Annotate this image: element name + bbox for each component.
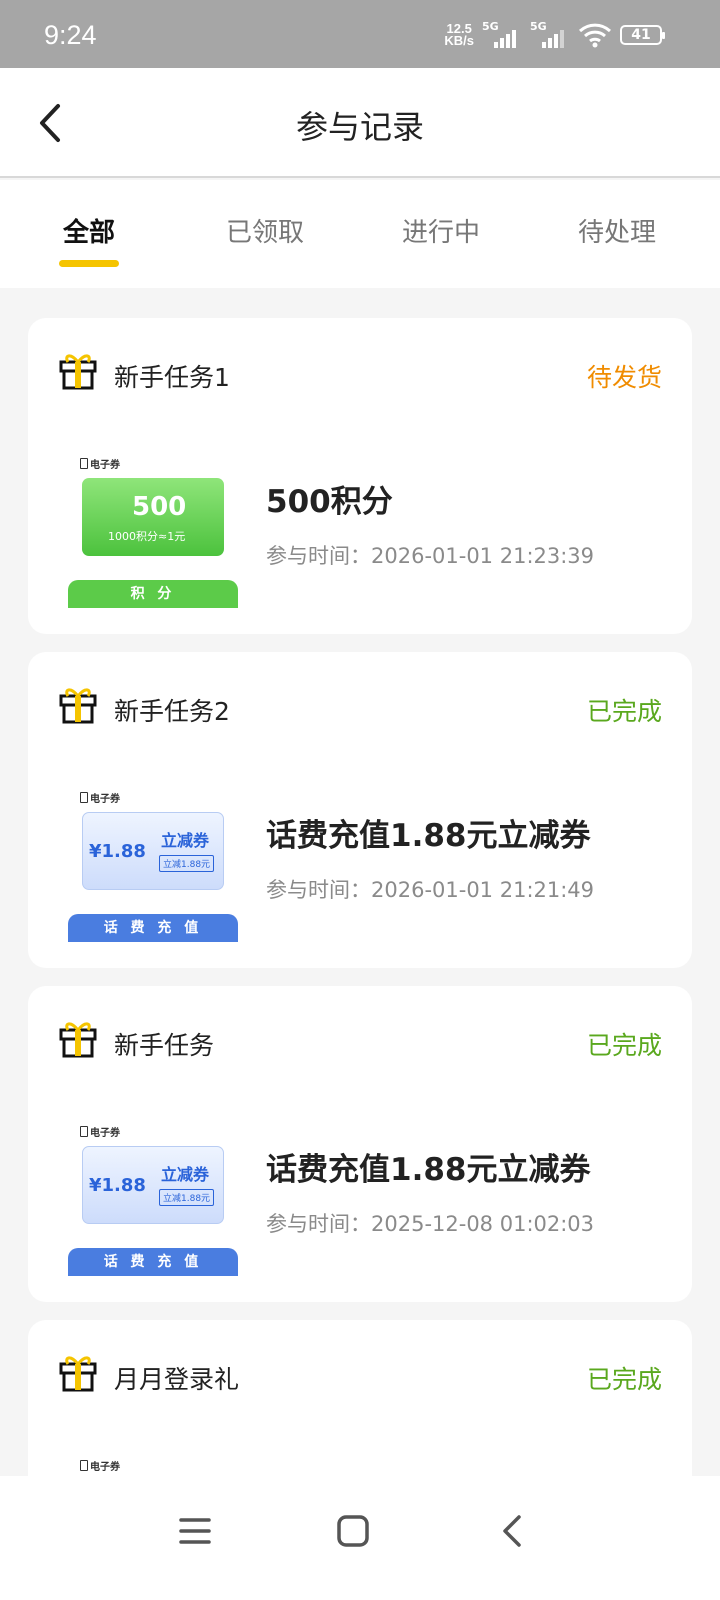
tab-bar: 全部 已领取 进行中 待处理 xyxy=(0,180,720,288)
tab-pending[interactable]: 待处理 xyxy=(557,212,677,249)
record-card[interactable]: 新手任务1 待发货 电子券 500 1000积分≈1元 积 分 500积分 参与… xyxy=(28,318,692,634)
active-tab-indicator xyxy=(59,260,119,267)
page-title: 参与记录 xyxy=(295,108,424,146)
gift-icon xyxy=(59,688,97,724)
home-square-icon[interactable] xyxy=(328,1506,378,1556)
task-name: 新手任务 xyxy=(114,1031,215,1060)
category-band: 话 费 充 值 xyxy=(68,1248,238,1276)
join-time: 参与时间：2026-01-01 21:23:39 xyxy=(266,544,595,568)
tab-in-progress[interactable]: 进行中 xyxy=(381,212,501,249)
category-band: 话 费 充 值 xyxy=(68,914,238,942)
coupon-ticket: ¥1.88 立减券 立减1.88元 xyxy=(82,1146,224,1224)
prize-thumbnail: 电子券 500 1000积分≈1元 积 分 xyxy=(68,456,238,610)
coupon-title: 立减券 xyxy=(161,1165,210,1184)
ecoupon-label: 电子券 xyxy=(80,1458,120,1473)
status-badge: 已完成 xyxy=(586,697,662,726)
prize-title: 500积分 xyxy=(266,484,393,520)
status-badge: 已完成 xyxy=(586,1031,662,1060)
ecoupon-label: 电子券 xyxy=(80,790,120,805)
status-badge: 待发货 xyxy=(586,363,662,392)
tab-received[interactable]: 已领取 xyxy=(205,212,325,249)
record-card[interactable]: 新手任务2 已完成 电子券 ¥1.88 立减券 立减1.88元 话 费 充 值 … xyxy=(28,652,692,968)
status-time: 9:24 xyxy=(44,20,97,50)
points-rate: 1000积分≈1元 xyxy=(108,530,186,543)
prize-thumbnail: 电子券 ¥1.88 立减券 立减1.88元 话 费 充 值 xyxy=(68,790,238,944)
net-speed: 12.5 KB/s xyxy=(444,21,474,48)
status-badge: 已完成 xyxy=(586,1365,662,1394)
signal-1-icon: 5G xyxy=(482,20,522,48)
join-time: 参与时间：2026-01-01 21:21:49 xyxy=(266,878,595,902)
header: 参与记录 xyxy=(0,68,720,178)
ecoupon-label: 电子券 xyxy=(80,456,120,471)
task-name: 月月登录礼 xyxy=(114,1365,240,1394)
back-triangle-icon[interactable] xyxy=(488,1506,538,1556)
record-card[interactable]: 新手任务 已完成 电子券 ¥1.88 立减券 立减1.88元 话 费 充 值 话… xyxy=(28,986,692,1302)
gift-icon xyxy=(59,1022,97,1058)
status-bar: 9:24 12.5 KB/s 5G 5G 41 xyxy=(0,0,720,68)
coupon-title: 立减券 xyxy=(161,831,210,850)
coupon-tag: 立减1.88元 xyxy=(159,1189,215,1206)
wifi-icon xyxy=(578,23,612,48)
task-name: 新手任务1 xyxy=(114,363,230,392)
category-band: 积 分 xyxy=(68,580,238,608)
join-time: 参与时间：2025-12-08 01:02:03 xyxy=(266,1212,595,1236)
coupon-amount: ¥1.88 xyxy=(89,1175,146,1196)
gift-icon xyxy=(59,1356,97,1392)
coupon-ticket: ¥1.88 立减券 立减1.88元 xyxy=(82,812,224,890)
task-name: 新手任务2 xyxy=(114,697,230,726)
prize-thumbnail: 电子券 ¥1.88 立减券 立减1.88元 话 费 充 值 xyxy=(68,1124,238,1278)
coupon-amount: ¥1.88 xyxy=(89,841,146,862)
battery-icon: 41 xyxy=(620,25,665,45)
status-icons: 12.5 KB/s 5G 5G 41 xyxy=(444,20,665,48)
prize-title: 话费充值1.88元立减券 xyxy=(266,818,591,854)
points-ticket: 500 1000积分≈1元 xyxy=(82,478,224,556)
prize-title: 话费充值1.88元立减券 xyxy=(266,1152,591,1188)
points-amount: 500 xyxy=(132,492,187,522)
menu-icon[interactable] xyxy=(170,1506,220,1556)
ecoupon-label: 电子券 xyxy=(80,1124,120,1139)
gift-icon xyxy=(59,354,97,390)
signal-2-icon: 5G xyxy=(530,20,570,48)
coupon-tag: 立减1.88元 xyxy=(159,855,215,872)
system-nav-bar xyxy=(0,1476,720,1600)
tab-all[interactable]: 全部 xyxy=(29,212,149,249)
